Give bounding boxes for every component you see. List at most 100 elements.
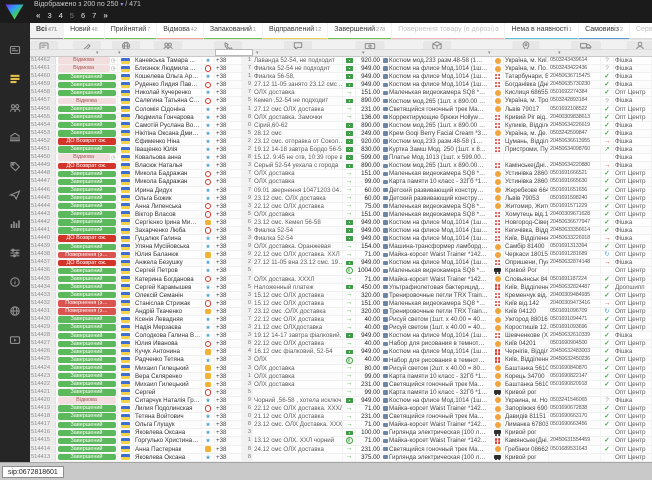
order-row[interactable]: 514419ЗавершенийЛилия Подолинская+38622.… — [30, 405, 652, 413]
tracking-number[interactable]: 20400309838613 — [549, 114, 601, 121]
sidebar-item-settings[interactable] — [0, 240, 30, 265]
tracking-number[interactable]: 20450635730230 — [549, 81, 601, 88]
tab-Самовивіз[interactable]: Самовивіз2 — [579, 23, 630, 40]
tracking-number[interactable]: 20450632824487 — [549, 284, 601, 291]
order-row[interactable]: 514417ЗавершенийОльга Глущук*+38823.12 с… — [30, 421, 652, 429]
order-row[interactable]: 514440ДО Возврат ож.Гуцалюк Галина*+383Ф… — [30, 235, 652, 243]
client-phone[interactable]: +38 — [215, 187, 242, 194]
order-row[interactable]: 514454ЗавершенийСамотій Руслана Во…*+380… — [30, 122, 652, 130]
tracking-number[interactable]: 0503243439614 — [549, 57, 601, 64]
client-phone[interactable]: +38 — [215, 251, 242, 258]
client-phone[interactable]: +38 — [215, 138, 242, 145]
order-row[interactable]: 514444ЗавершенийАнна Липенська+38322.12 … — [30, 203, 652, 211]
tracking-number[interactable]: 0501690663456 — [549, 421, 601, 428]
order-row[interactable]: 514461Відмова◷Близнюк Людмила ...+387Фиа… — [30, 65, 652, 73]
sidebar-item-statistics[interactable] — [0, 211, 30, 236]
tracking-number[interactable] — [549, 429, 601, 436]
client-phone[interactable]: +38 — [215, 308, 242, 315]
tab-Повернення товару (в дорозі)[interactable]: Повернення товару (в дорозі)0 — [392, 23, 505, 40]
tracking-number[interactable]: 20450634098760 — [549, 146, 601, 153]
client-phone[interactable]: +38 — [215, 454, 242, 461]
order-row[interactable]: 514413ЗавершенийЯковлева Оксана*+388→375… — [30, 454, 652, 462]
client-phone[interactable]: +38 — [215, 106, 242, 113]
client-phone[interactable]: +38 — [215, 446, 242, 453]
order-row[interactable]: 514418ЗавершенийТетяна Войтович*+38021.1… — [30, 413, 652, 421]
tracking-number[interactable]: 20450636677947 — [549, 219, 601, 226]
client-phone[interactable]: +38 — [215, 381, 242, 388]
client-phone[interactable]: +38 — [215, 97, 242, 104]
tracking-number[interactable]: 0501691096709 — [549, 308, 601, 315]
order-row[interactable]: 514457ВідмоваСалегина Татьяна С…+385Кеме… — [30, 97, 652, 105]
tracking-number[interactable] — [549, 389, 601, 396]
order-row[interactable]: 514439ЗавершенийУляна Мусійовська*+389ОЛ… — [30, 243, 652, 251]
client-phone[interactable]: +38 — [215, 114, 242, 121]
order-row[interactable]: 514427ЗавершенийЮлия Иванова+38822.12 см… — [30, 340, 652, 348]
order-row[interactable]: 514429ЗавершенийНадія Мерзаєва*+38321.12… — [30, 324, 652, 332]
client-phone[interactable]: +38 — [215, 413, 242, 420]
order-row[interactable]: 514459ЗавершенийРуденко Лидия Пав…+38927… — [30, 81, 652, 89]
tracking-number[interactable]: 20450634226619 — [549, 122, 601, 129]
order-row[interactable]: 514421ЗавершенийСергей+385→99.00Карта па… — [30, 389, 652, 397]
order-row[interactable]: 514447ЗавершенийМикола Бадражан+387ОЛХ д… — [30, 178, 652, 186]
tracking-number[interactable]: 0501689531643 — [549, 446, 601, 453]
client-phone[interactable]: +38 — [215, 154, 242, 161]
order-row[interactable]: 514460ЗавершенийКошелева Ольга Ар…*+381Ф… — [30, 73, 652, 81]
page-number-6[interactable]: 6 — [81, 11, 85, 20]
tab-Відправлений[interactable]: Відправлений12 — [263, 23, 328, 40]
tracking-number[interactable]: 20400309671628 — [549, 211, 601, 218]
phone-filter-dropdown[interactable]: ▾ — [256, 50, 259, 56]
client-phone[interactable]: +38 — [215, 162, 242, 169]
tracking-number[interactable]: 0501691313394 — [549, 243, 601, 250]
order-row[interactable]: 514416ЗавершенийЯковлева Оксана*+383100.… — [30, 429, 652, 437]
tracking-number[interactable]: 0501690904500 — [549, 340, 601, 347]
order-row[interactable]: 514431Повернення (з…Андрій Ткаченко+3872… — [30, 308, 652, 316]
order-row[interactable]: 514428ЗавершенийСолодкова Галина В…*+383… — [30, 332, 652, 340]
client-phone[interactable]: +38 — [215, 267, 242, 274]
page-number-4[interactable]: 4 — [59, 11, 63, 20]
tracking-number[interactable]: 20450632450236 — [549, 356, 601, 363]
tracking-number[interactable]: 0501691651656 — [549, 187, 601, 194]
first-page-button[interactable]: « — [36, 11, 40, 20]
order-row[interactable]: 514434ЗавершенийСергей Карамышев*+385Нал… — [30, 284, 652, 292]
client-phone[interactable]: +38 — [215, 365, 242, 372]
sidebar-item-video[interactable] — [0, 327, 30, 352]
tracking-number[interactable]: 0503242893184 — [549, 97, 601, 104]
records-range[interactable]: Відображено з 200 по 250 ▾ / 471 — [34, 1, 141, 8]
tracking-number[interactable]: 0501690663170 — [549, 413, 601, 420]
tracking-number[interactable] — [549, 154, 601, 161]
order-row[interactable]: 514423ЗавершенийВера Скляренко+381ОЛХ до… — [30, 373, 652, 381]
sidebar-item-dashboard[interactable] — [0, 37, 30, 62]
client-phone[interactable]: +38 — [215, 130, 242, 137]
page-number-7[interactable]: 7 — [92, 11, 96, 20]
client-phone[interactable]: +38 — [215, 259, 242, 266]
tracking-number[interactable]: 0501691598240 — [549, 195, 601, 202]
client-phone[interactable]: +38 — [215, 316, 242, 323]
order-row[interactable]: 514442ЗавершенийСергієнко Ірина Ми…+3862… — [30, 219, 652, 227]
order-row[interactable]: 514438Повернення (з…Юлия Баланюк+38922.1… — [30, 251, 652, 259]
order-row[interactable]: 514430ЗавершенийКсенія Левадняя*+38722.1… — [30, 316, 652, 324]
client-phone[interactable]: +38 — [215, 211, 242, 218]
order-row[interactable]: 514446ЗавершенийИрина Дидух*+38709.01 зв… — [30, 187, 652, 195]
client-phone[interactable]: +38 — [215, 389, 242, 396]
order-row[interactable]: 514450Відмова◷Ковальова анна*+38815.12. … — [30, 154, 652, 162]
page-number-5[interactable]: 5 — [70, 11, 74, 20]
order-row[interactable]: 514414ЗавершенийАнна Пастернак+38824.12 … — [30, 446, 652, 454]
client-phone[interactable]: +38 — [215, 332, 242, 339]
tracking-number[interactable]: 0501691281689 — [549, 251, 601, 258]
tracking-number[interactable]: 0501691093696 — [549, 324, 601, 331]
tab-Відмова[interactable]: Відмова42 — [157, 23, 204, 40]
client-phone[interactable]: +38 — [215, 397, 242, 404]
tracking-number[interactable]: 20450632610339 — [549, 332, 601, 339]
client-phone[interactable]: +38 — [215, 122, 242, 129]
tracking-number[interactable] — [549, 267, 601, 274]
client-phone[interactable]: +38 — [215, 340, 242, 347]
tracking-number[interactable]: 0501691666521 — [549, 170, 601, 177]
client-phone[interactable]: +38 — [215, 373, 242, 380]
tracking-number[interactable]: 20400309473416 — [549, 300, 601, 307]
order-row[interactable]: 514433ЗавершенийОлексій Семанін*+38315.1… — [30, 292, 652, 300]
client-phone[interactable]: +38 — [215, 178, 242, 185]
order-row[interactable]: 514422ЗавершенийМихаил Гилецький+383ОЛХ … — [30, 381, 652, 389]
client-phone[interactable]: +38 — [215, 73, 242, 80]
tracking-number[interactable]: 0503242599847 — [549, 130, 601, 137]
client-phone[interactable]: +38 — [215, 421, 242, 428]
